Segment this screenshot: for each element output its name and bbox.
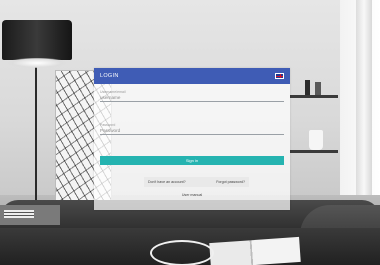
background-books <box>4 210 34 218</box>
uk-flag-icon[interactable] <box>275 73 284 79</box>
signin-button[interactable]: Sign in <box>100 156 284 165</box>
background-shelf <box>290 95 338 98</box>
background-cup <box>309 130 323 150</box>
username-field: Username/email <box>100 90 284 102</box>
background-lamp-light <box>8 58 66 68</box>
background-lamp-shade <box>2 20 72 60</box>
background-vase-small <box>315 82 321 95</box>
login-dialog: LOGIN Username/email Password Sign in Do… <box>94 68 290 210</box>
username-input[interactable] <box>100 94 284 102</box>
forgot-password-link[interactable]: Forgot password? <box>216 180 245 184</box>
password-input[interactable] <box>100 127 284 135</box>
user-manual-link[interactable]: User manual <box>94 193 290 197</box>
dialog-header: LOGIN <box>94 68 290 84</box>
account-links: Don't have an account? Forgot password? <box>144 177 249 187</box>
no-account-link[interactable]: Don't have an account? <box>148 180 186 184</box>
background-vase <box>305 80 310 95</box>
dialog-title: LOGIN <box>100 73 119 79</box>
password-field: Password <box>100 123 284 135</box>
background-shelf-lower <box>290 150 338 153</box>
background-curtain <box>356 0 372 215</box>
background-cable <box>150 240 214 265</box>
